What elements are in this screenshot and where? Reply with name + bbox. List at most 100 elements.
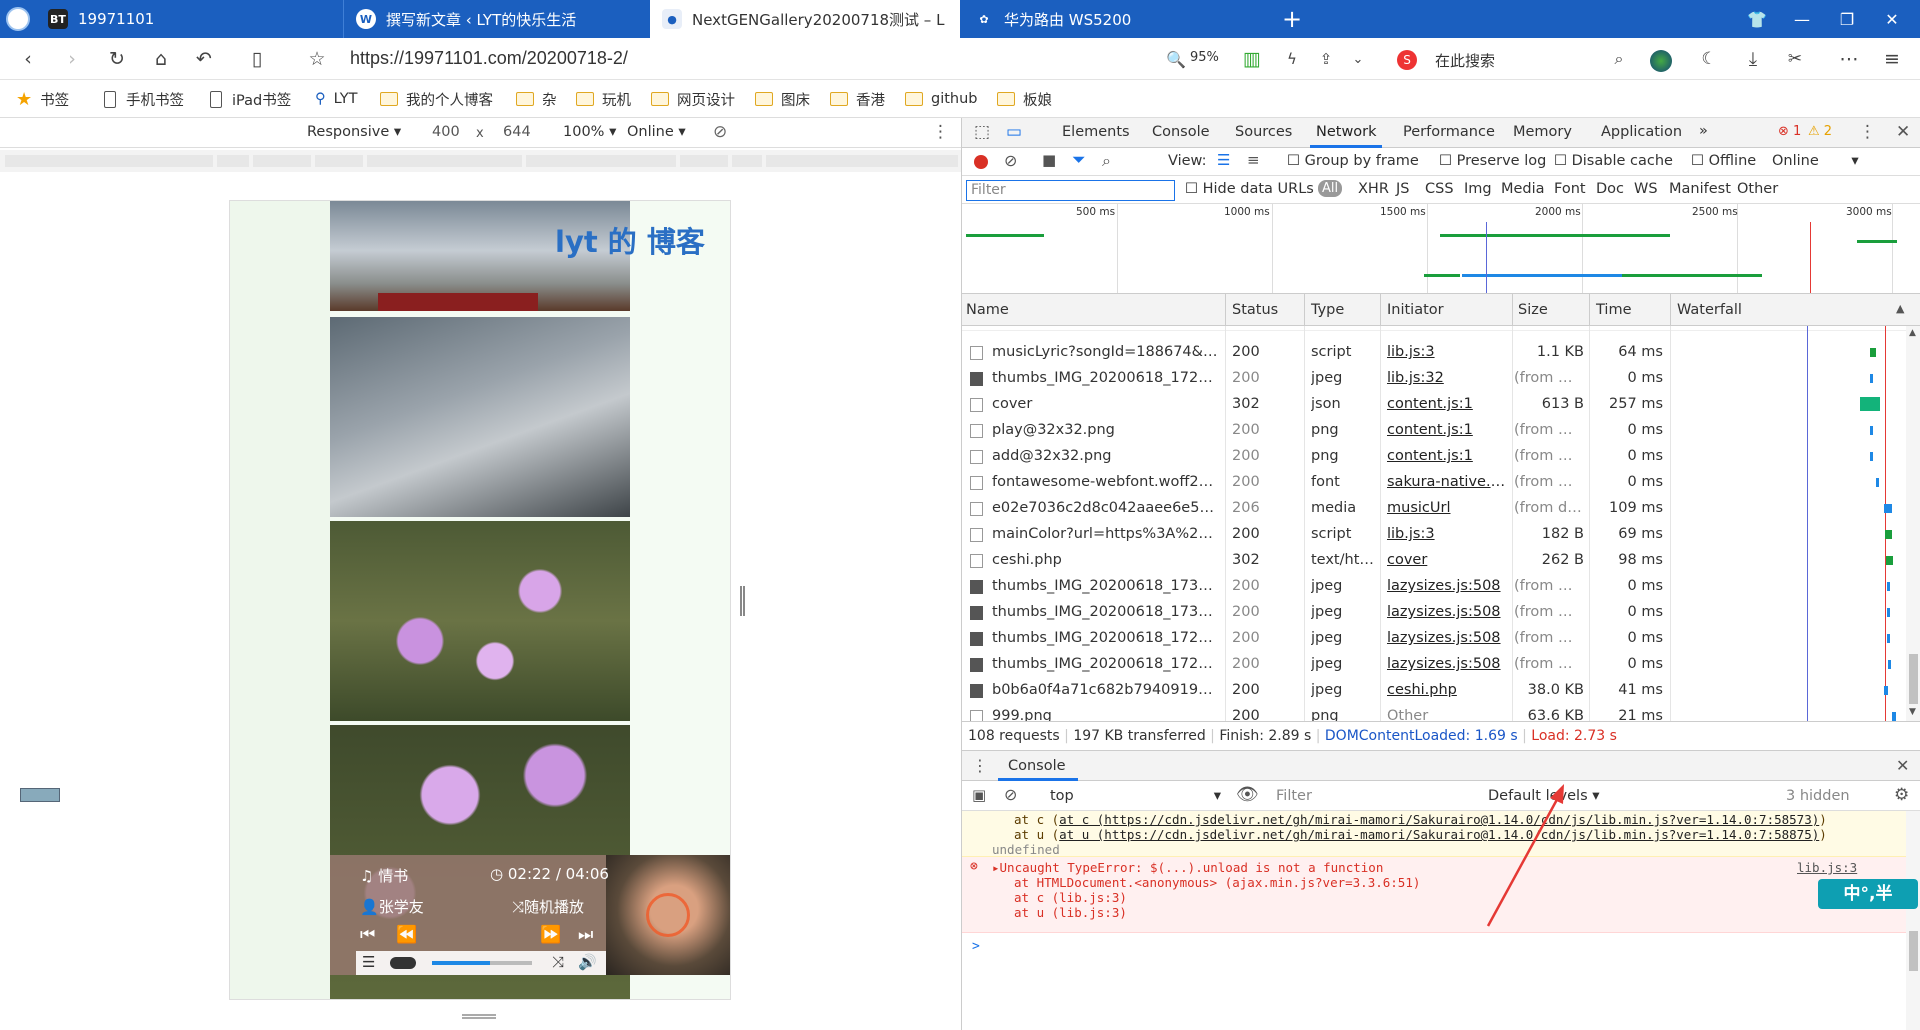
- cell-initiator[interactable]: content.js:1: [1387, 391, 1509, 417]
- resize-handle[interactable]: [740, 586, 745, 616]
- column-waterfall[interactable]: Waterfall: [1677, 302, 1742, 318]
- chevron-down-icon[interactable]: ⌄: [1344, 46, 1372, 72]
- bookmark-item-11[interactable]: 板娘: [997, 88, 1052, 110]
- type-other[interactable]: Other: [1737, 181, 1778, 197]
- cell-initiator[interactable]: Other: [1387, 703, 1509, 721]
- tab-console[interactable]: Console: [1152, 124, 1210, 140]
- rewind-icon[interactable]: ⏪: [396, 925, 417, 945]
- column-status[interactable]: Status: [1232, 302, 1278, 318]
- cell-initiator[interactable]: musicUrl: [1387, 495, 1509, 521]
- table-row[interactable]: fontawesome-webfont.woff2?v=... 200 font sa…: [962, 469, 1906, 495]
- error-title[interactable]: ▸Uncaught TypeError: $(...).unload is no…: [962, 860, 1906, 875]
- width-input[interactable]: 400: [432, 124, 460, 140]
- bookmark-item-9[interactable]: 香港: [830, 88, 885, 110]
- url-field[interactable]: https://19971101.com/20200718-2/: [350, 48, 628, 69]
- search-engine-icon[interactable]: S: [1397, 50, 1417, 70]
- stack-line[interactable]: at HTMLDocument.<anonymous> (ajax.min.js…: [962, 875, 1906, 890]
- cell-initiator[interactable]: lazysizes.js:508: [1387, 599, 1509, 625]
- more-vertical-icon[interactable]: ⋮: [932, 122, 949, 142]
- search-icon[interactable]: ⌕: [1605, 46, 1633, 72]
- minimize-icon[interactable]: —: [1780, 0, 1824, 38]
- clear-console-icon[interactable]: ⊘: [1004, 785, 1017, 804]
- column-size[interactable]: Size: [1518, 302, 1548, 318]
- gallery-image[interactable]: [330, 521, 630, 721]
- bookmark-item-2[interactable]: iPad书签: [210, 88, 291, 110]
- cell-initiator[interactable]: lib.js:3: [1387, 521, 1509, 547]
- zoom-select[interactable]: 100% ▾: [563, 124, 616, 140]
- new-tab-button[interactable]: +: [1270, 0, 1314, 38]
- type-js[interactable]: JS: [1396, 181, 1409, 197]
- share-icon[interactable]: ⇪: [1312, 46, 1340, 72]
- type-doc[interactable]: Doc: [1596, 181, 1624, 197]
- cell-initiator[interactable]: lazysizes.js:508: [1387, 651, 1509, 677]
- more-icon[interactable]: ⋯: [1835, 46, 1863, 72]
- cell-initiator[interactable]: content.js:1: [1387, 443, 1509, 469]
- preserve-log-checkbox[interactable]: ☐ Preserve log: [1439, 153, 1546, 169]
- cell-initiator[interactable]: lib.js:3: [1387, 339, 1509, 365]
- group-by-frame-checkbox[interactable]: ☐ Group by frame: [1287, 153, 1419, 169]
- emulated-page[interactable]: lyt 的 博客 ♫ 情书 ◷ 02:22 / 04:06 👤张学友 ⤨随机播放…: [229, 200, 731, 1000]
- clear-icon[interactable]: ⊘: [1004, 151, 1017, 170]
- column-name[interactable]: Name: [966, 302, 1009, 318]
- sidebar-toggle-icon[interactable]: ▣: [972, 786, 986, 804]
- disable-cache-checkbox[interactable]: ☐ Disable cache: [1554, 153, 1673, 169]
- scrollbar-thumb[interactable]: [1909, 654, 1918, 704]
- volume-icon[interactable]: 🔊: [578, 953, 597, 971]
- type-img[interactable]: Img: [1464, 181, 1492, 197]
- blog-title[interactable]: lyt 的 博客: [555, 219, 705, 261]
- column-initiator[interactable]: Initiator: [1387, 302, 1444, 318]
- tab-2[interactable]: ● NextGENGallery20200718测试 – L: [650, 0, 960, 38]
- filter-icon[interactable]: ⏷: [1072, 150, 1086, 170]
- table-row[interactable]: b0b6a0f4a71c682b79409199237... 200 jpeg ces…: [962, 677, 1906, 703]
- bookmark-item-3[interactable]: ⚲ LYT: [315, 88, 358, 110]
- home-icon[interactable]: ⌂: [147, 46, 175, 72]
- filter-input[interactable]: Filter: [966, 180, 1175, 201]
- table-row[interactable]: thumbs_IMG_20200618_173306.j... 200 jpeg la…: [962, 573, 1906, 599]
- type-css[interactable]: CSS: [1425, 181, 1454, 197]
- cell-initiator[interactable]: ceshi.php: [1387, 677, 1509, 703]
- tab-network[interactable]: Network: [1316, 124, 1377, 140]
- lightning-icon[interactable]: ϟ: [1278, 46, 1306, 72]
- browser-logo-icon[interactable]: [6, 7, 30, 31]
- context-select[interactable]: top ▾: [1050, 788, 1221, 804]
- play-icon[interactable]: [646, 893, 690, 937]
- table-row[interactable]: ceshi.php 302 text/html cover 262 B 98 ms: [962, 547, 1906, 573]
- zoom-level[interactable]: 95%: [1190, 50, 1219, 65]
- bookmark-item-6[interactable]: 玩机: [576, 88, 631, 110]
- table-row[interactable]: thumbs_IMG_20200618_173017.j... 200 jpeg la…: [962, 599, 1906, 625]
- cell-initiator[interactable]: lazysizes.js:508: [1387, 573, 1509, 599]
- toggle-icon[interactable]: [390, 957, 416, 969]
- forward-icon[interactable]: ›: [58, 46, 86, 72]
- back-icon[interactable]: ‹: [14, 46, 42, 72]
- type-font[interactable]: Font: [1554, 181, 1586, 197]
- drawer-tab-console[interactable]: Console: [1008, 758, 1066, 774]
- drawer-menu-icon[interactable]: ⋮: [972, 756, 988, 775]
- type-all[interactable]: All: [1318, 180, 1343, 197]
- warning-count[interactable]: ⚠ 2: [1808, 124, 1832, 139]
- cell-initiator[interactable]: lib.js:32: [1387, 365, 1509, 391]
- cell-initiator[interactable]: cover: [1387, 547, 1509, 573]
- requests-scrollbar[interactable]: ▲ ▼: [1906, 326, 1920, 721]
- table-row[interactable]: add@32x32.png 200 png content.js:1 (from m..…: [962, 443, 1906, 469]
- close-icon[interactable]: ✕: [1870, 0, 1914, 38]
- ime-indicator[interactable]: 中°,半: [1818, 879, 1918, 909]
- throttle-select[interactable]: Online ▾: [627, 124, 686, 140]
- bookmark-item-4[interactable]: 我的个人博客: [380, 88, 493, 110]
- volume-slider[interactable]: [432, 961, 532, 965]
- globe-icon[interactable]: [1650, 50, 1672, 72]
- music-player[interactable]: ♫ 情书 ◷ 02:22 / 04:06 👤张学友 ⤨随机播放 ⏮ ⏪ ⏩ ⏭ …: [330, 855, 730, 975]
- reload-icon[interactable]: ↻: [103, 46, 131, 72]
- device-mode-select[interactable]: Responsive ▾: [307, 124, 401, 140]
- tab-0[interactable]: BT 19971101: [36, 0, 341, 38]
- cell-initiator[interactable]: sakura-native.js:1: [1387, 469, 1509, 495]
- record-icon[interactable]: [974, 155, 988, 169]
- close-drawer-icon[interactable]: ✕: [1896, 756, 1909, 775]
- console-scrollbar[interactable]: [1906, 811, 1920, 1030]
- tab-memory[interactable]: Memory: [1513, 124, 1572, 140]
- forward-play-icon[interactable]: ⏩: [540, 925, 561, 945]
- table-row[interactable]: 999.png 200 png Other 63.6 KB 21 ms: [962, 703, 1906, 721]
- cell-initiator[interactable]: lazysizes.js:508: [1387, 625, 1509, 651]
- list-icon[interactable]: ☰: [362, 953, 375, 971]
- extension-badge[interactable]: [20, 788, 60, 802]
- more-vertical-icon[interactable]: ⋮: [1859, 122, 1876, 142]
